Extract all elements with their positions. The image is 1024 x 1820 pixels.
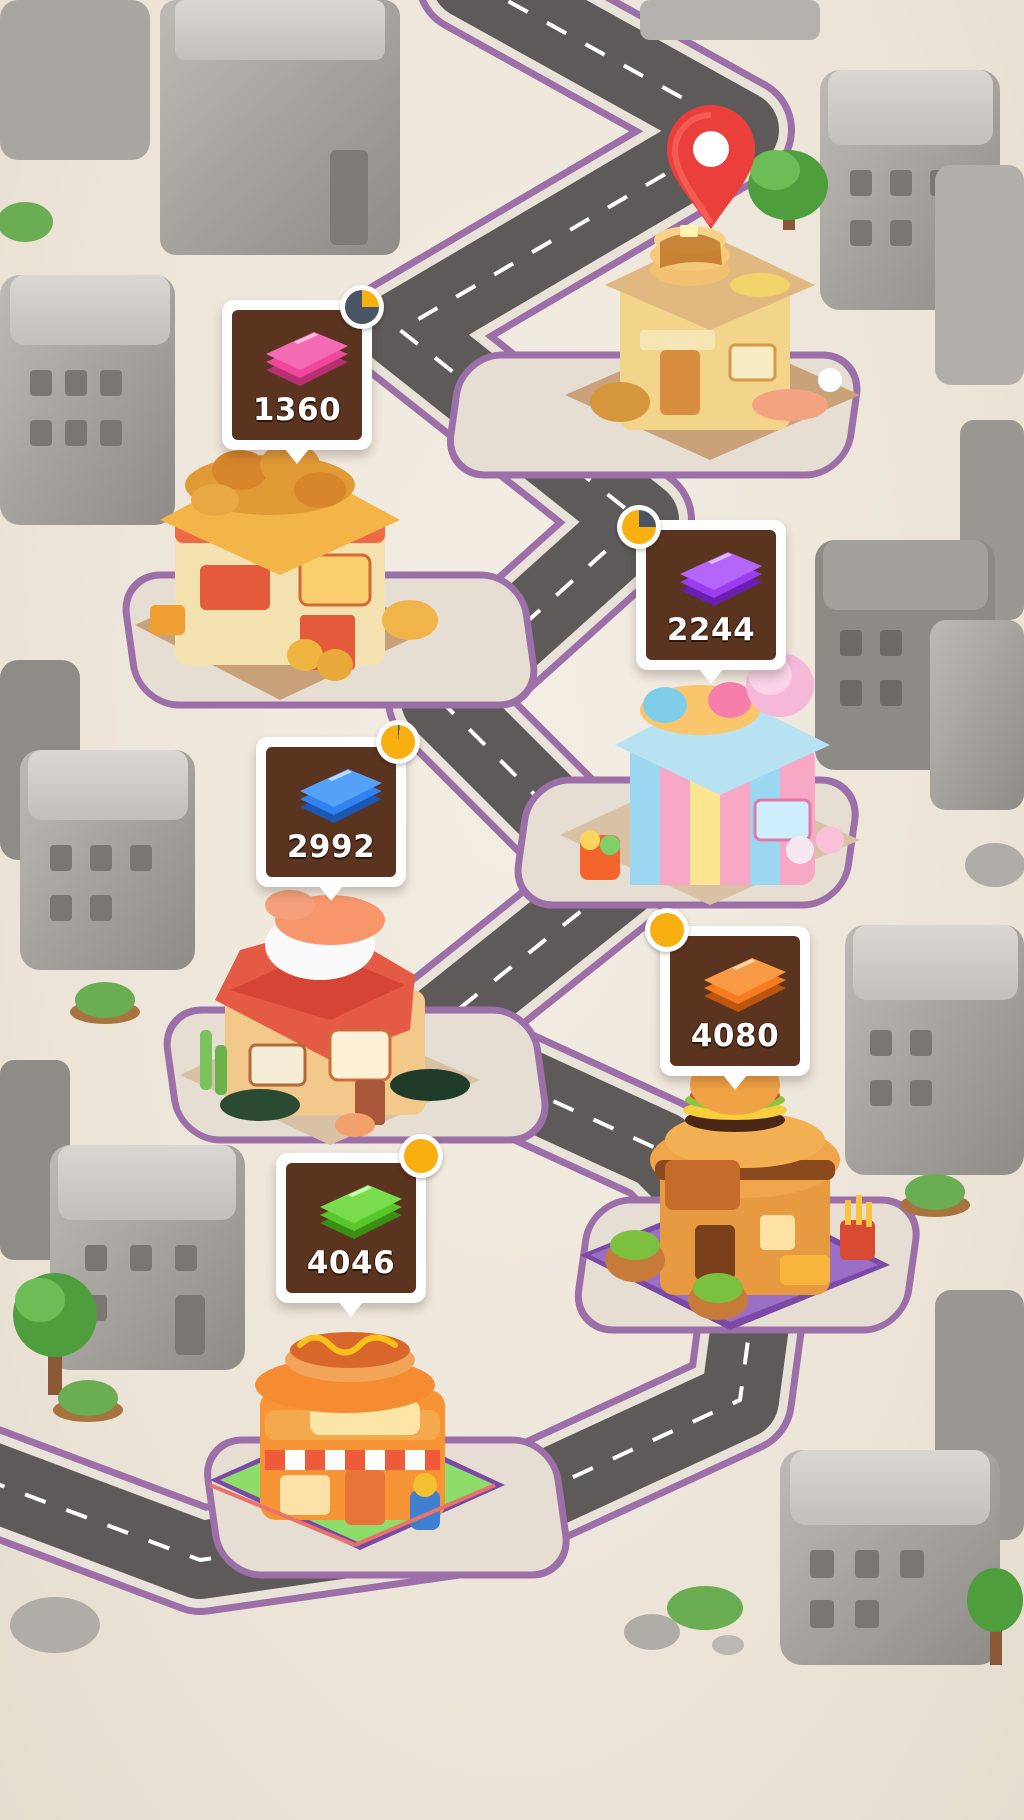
bubble-tail [723, 1075, 747, 1090]
building-left-1 [0, 275, 175, 525]
building-left-0 [0, 0, 150, 160]
reward-panel: 2244 [646, 530, 776, 660]
building-left-2 [0, 660, 195, 970]
building-right-3 [845, 925, 1024, 1175]
reward-panel: 4046 [286, 1163, 416, 1293]
cash-stack-green-icon [320, 1185, 402, 1239]
timer-icon [399, 1134, 443, 1178]
reward-bubble-burger-bunker[interactable]: 4080 [660, 926, 810, 1090]
reward-bubble-sushi-island[interactable]: 2992 [256, 737, 406, 901]
timer-icon [376, 720, 420, 764]
reward-panel: 1360 [232, 310, 362, 440]
bubble-tail [319, 886, 343, 901]
cash-stack-blue-icon [300, 769, 382, 823]
timer-icon [617, 505, 661, 549]
reward-amount: 2244 [666, 612, 756, 648]
building-top-right [640, 0, 820, 40]
map-scene [0, 0, 1024, 1665]
cash-stack-orange-icon [704, 958, 786, 1012]
bubble-tail [339, 1302, 363, 1317]
map-pin-graphic [667, 105, 755, 229]
map-pin-icon[interactable] [665, 105, 757, 235]
building-right-1 [820, 70, 1024, 385]
timer-icon [340, 285, 384, 329]
reward-panel: 2992 [266, 747, 396, 877]
reward-amount: 4080 [690, 1018, 780, 1054]
reward-amount: 1360 [252, 392, 342, 428]
reward-panel: 4080 [670, 936, 800, 1066]
building-top-left-tower [160, 0, 400, 255]
game-map: 1360 2244 2992 4080 4046 [0, 0, 1024, 1820]
timer-icon [645, 908, 689, 952]
reward-amount: 4046 [306, 1245, 396, 1281]
building-right-2 [815, 420, 1024, 810]
bubble-tail [699, 669, 723, 684]
reward-bubble-hotdog[interactable]: 4046 [276, 1153, 426, 1317]
bubble-tail [285, 449, 309, 464]
cash-stack-purple-icon [680, 552, 762, 606]
cash-stack-pink-icon [266, 332, 348, 386]
reward-amount: 2992 [286, 829, 376, 865]
reward-bubble-sweet-candy-shop[interactable]: 2244 [636, 520, 786, 684]
